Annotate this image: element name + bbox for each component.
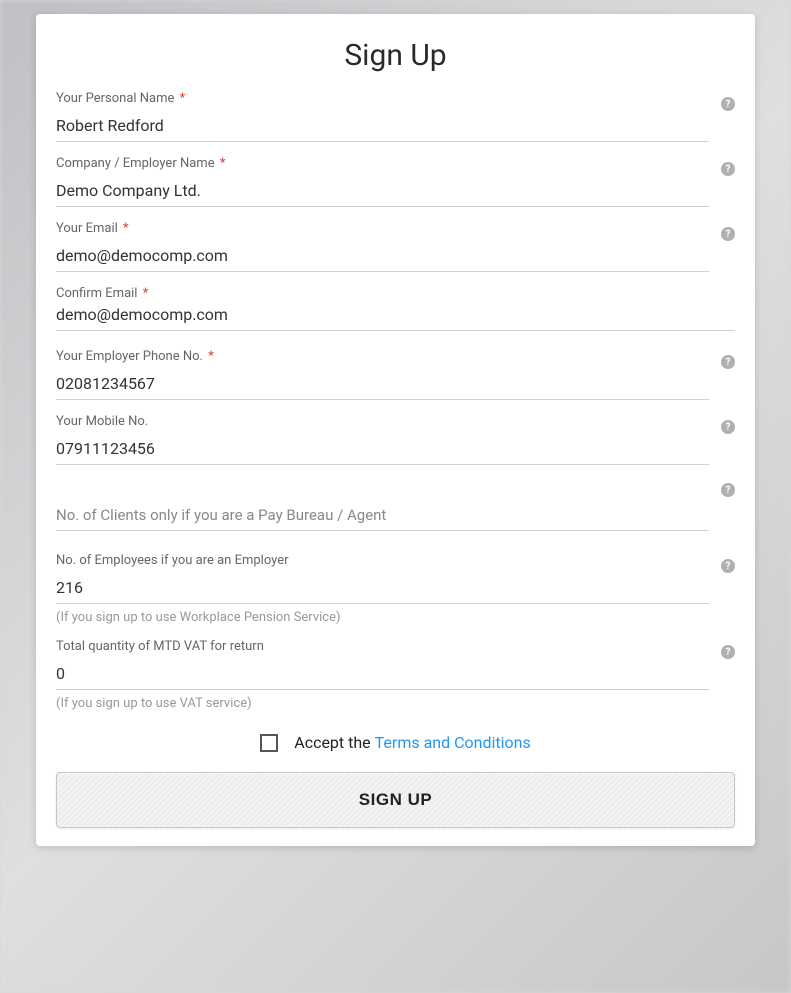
label-company-name: Company / Employer Name *: [56, 156, 709, 171]
label-mobile: Your Mobile No.: [56, 414, 709, 429]
terms-link[interactable]: Terms and Conditions: [375, 733, 531, 752]
help-icon[interactable]: ?: [721, 483, 735, 497]
employer-phone-input[interactable]: [56, 366, 709, 400]
label-email: Your Email *: [56, 221, 709, 236]
label-employer-phone: Your Employer Phone No. *: [56, 349, 709, 364]
signup-button[interactable]: Sign Up: [56, 772, 735, 828]
accept-prefix: Accept the: [294, 733, 370, 752]
personal-name-input[interactable]: [56, 108, 709, 142]
help-icon[interactable]: ?: [721, 227, 735, 241]
mtd-vat-input[interactable]: [56, 656, 709, 690]
label-personal-name: Your Personal Name *: [56, 91, 709, 106]
page-title: Sign Up: [56, 38, 735, 73]
field-confirm-email: Confirm Email *: [56, 286, 735, 331]
company-name-input[interactable]: [56, 173, 709, 207]
label-mtd-vat: Total quantity of MTD VAT for return: [56, 639, 709, 654]
accept-checkbox[interactable]: [260, 734, 278, 752]
help-icon[interactable]: ?: [721, 355, 735, 369]
email-input[interactable]: [56, 238, 709, 272]
field-clients: ?: [56, 483, 735, 531]
mobile-input[interactable]: [56, 431, 709, 465]
employees-hint: (If you sign up to use Workplace Pension…: [56, 610, 735, 625]
accept-terms-row: Accept the Terms and Conditions: [56, 733, 735, 752]
field-company-name: Company / Employer Name * ?: [56, 156, 735, 207]
label-employees: No. of Employees if you are an Employer: [56, 553, 709, 568]
clients-input[interactable]: [56, 483, 709, 531]
label-confirm-email: Confirm Email *: [56, 286, 735, 301]
help-icon[interactable]: ?: [721, 97, 735, 111]
field-email: Your Email * ?: [56, 221, 735, 272]
help-icon[interactable]: ?: [721, 162, 735, 176]
employees-input[interactable]: [56, 570, 709, 604]
help-icon[interactable]: ?: [721, 645, 735, 659]
field-employees: No. of Employees if you are an Employer …: [56, 553, 735, 625]
field-mtd-vat: Total quantity of MTD VAT for return ? (…: [56, 639, 735, 711]
field-personal-name: Your Personal Name * ?: [56, 91, 735, 142]
help-icon[interactable]: ?: [721, 559, 735, 573]
confirm-email-input[interactable]: [56, 303, 735, 331]
mtd-vat-hint: (If you sign up to use VAT service): [56, 696, 735, 711]
help-icon[interactable]: ?: [721, 420, 735, 434]
field-mobile: Your Mobile No. ?: [56, 414, 735, 465]
signup-card: Sign Up Your Personal Name * ? Company /…: [36, 14, 755, 846]
field-employer-phone: Your Employer Phone No. * ?: [56, 349, 735, 400]
